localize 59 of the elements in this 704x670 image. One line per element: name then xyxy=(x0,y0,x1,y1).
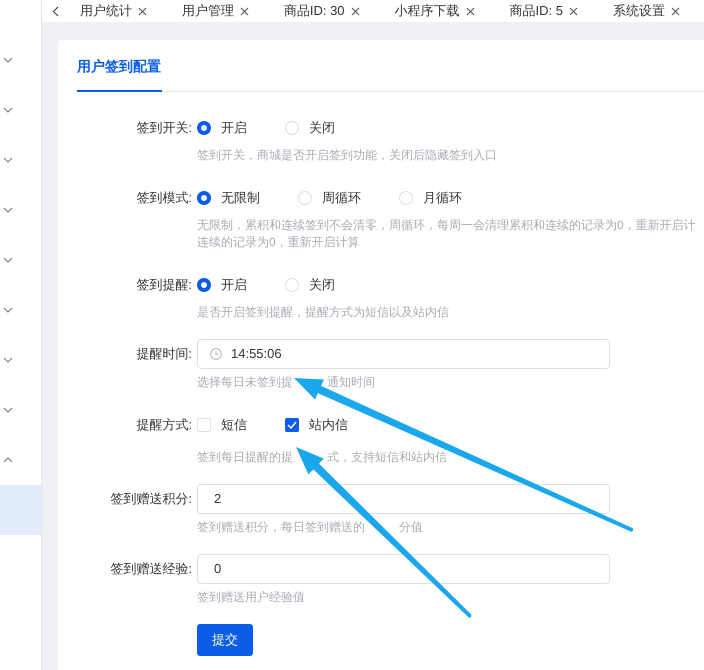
submit-button[interactable]: 提交 xyxy=(197,624,253,656)
hint-text: 无限制，累积和连续签到不会清零，周循环，每周一会清理累积和连续的记录为0，重新开启计 xyxy=(197,217,696,234)
checkbox-label[interactable]: 短信 xyxy=(221,416,247,434)
tab[interactable]: 小程序下载 xyxy=(384,2,486,20)
number-input-field[interactable]: 0 xyxy=(197,554,610,584)
tab[interactable]: 用户统计 xyxy=(68,2,158,20)
tab[interactable]: 商品ID: 30 xyxy=(272,2,371,20)
chevron-up-icon[interactable] xyxy=(3,457,13,463)
chevron-down-icon[interactable] xyxy=(3,357,13,363)
time-picker-field[interactable]: 14:55:06 xyxy=(197,339,610,369)
tab[interactable]: 系统设置 xyxy=(602,2,691,20)
tab[interactable]: 用户管理 xyxy=(170,2,260,20)
chevron-down-icon[interactable] xyxy=(3,307,13,313)
chevron-down-icon[interactable] xyxy=(3,157,13,163)
checkbox[interactable] xyxy=(285,418,299,432)
chevron-down-icon[interactable] xyxy=(3,207,13,213)
field-label: 签到模式: xyxy=(135,189,192,207)
close-icon[interactable] xyxy=(466,6,475,16)
back-icon[interactable] xyxy=(52,6,59,16)
chevron-down-icon[interactable] xyxy=(3,407,13,413)
close-icon[interactable] xyxy=(138,6,147,16)
radio-button[interactable] xyxy=(197,191,211,205)
radio-label[interactable]: 周循环 xyxy=(322,189,361,207)
chevron-down-icon[interactable] xyxy=(3,107,13,113)
card-title: 用户签到配置 xyxy=(77,41,162,92)
close-icon[interactable] xyxy=(350,6,360,16)
chevron-down-icon[interactable] xyxy=(3,257,13,263)
field-label: 提醒时间: xyxy=(135,345,192,363)
hint-text: 式，支持短信和站内信 xyxy=(327,449,447,466)
hint-text: 通知时间 xyxy=(327,374,375,391)
hint-text: 连续的记录为0，重新开启计算 xyxy=(197,234,360,251)
field-label: 签到开关: xyxy=(135,119,192,137)
radio-label[interactable]: 关闭 xyxy=(309,276,335,294)
radio-button[interactable] xyxy=(197,121,211,135)
radio-label[interactable]: 开启 xyxy=(221,119,247,137)
field-label: 签到提醒: xyxy=(135,276,192,294)
tab[interactable]: 商品ID: 5 xyxy=(498,2,589,20)
radio-label[interactable]: 开启 xyxy=(221,276,247,294)
clock-icon xyxy=(210,348,222,360)
radio-label[interactable]: 月循环 xyxy=(423,189,462,207)
close-icon[interactable] xyxy=(569,6,578,16)
hint-text: 分值 xyxy=(399,519,423,536)
field-label: 提醒方式: xyxy=(135,416,192,434)
hint-text: 签到赠送积分，每日签到赠送的 xyxy=(197,519,365,536)
field-label: 签到赠送积分: xyxy=(109,490,192,508)
field-label: 签到赠送经验: xyxy=(109,560,192,578)
hint-text: 签到开关，商城是否开启签到功能，关闭后隐藏签到入口 xyxy=(197,147,497,164)
radio-label[interactable]: 关闭 xyxy=(309,119,335,137)
hint-text: 是否开启签到提醒，提醒方式为短信以及站内信 xyxy=(197,304,449,321)
close-icon[interactable] xyxy=(240,6,249,16)
radio-label[interactable]: 无限制 xyxy=(221,189,260,207)
radio-button[interactable] xyxy=(197,278,211,292)
number-input-field[interactable]: 2 xyxy=(197,484,610,514)
hint-text: 签到每日提醒的提 xyxy=(197,449,293,466)
close-icon[interactable] xyxy=(671,6,680,16)
hint-text: 选择每日未签到提 xyxy=(197,374,293,391)
hint-text: 签到赠送用户经验值 xyxy=(197,589,305,606)
checkbox-label[interactable]: 站内信 xyxy=(309,416,348,434)
chevron-down-icon[interactable] xyxy=(3,57,13,63)
